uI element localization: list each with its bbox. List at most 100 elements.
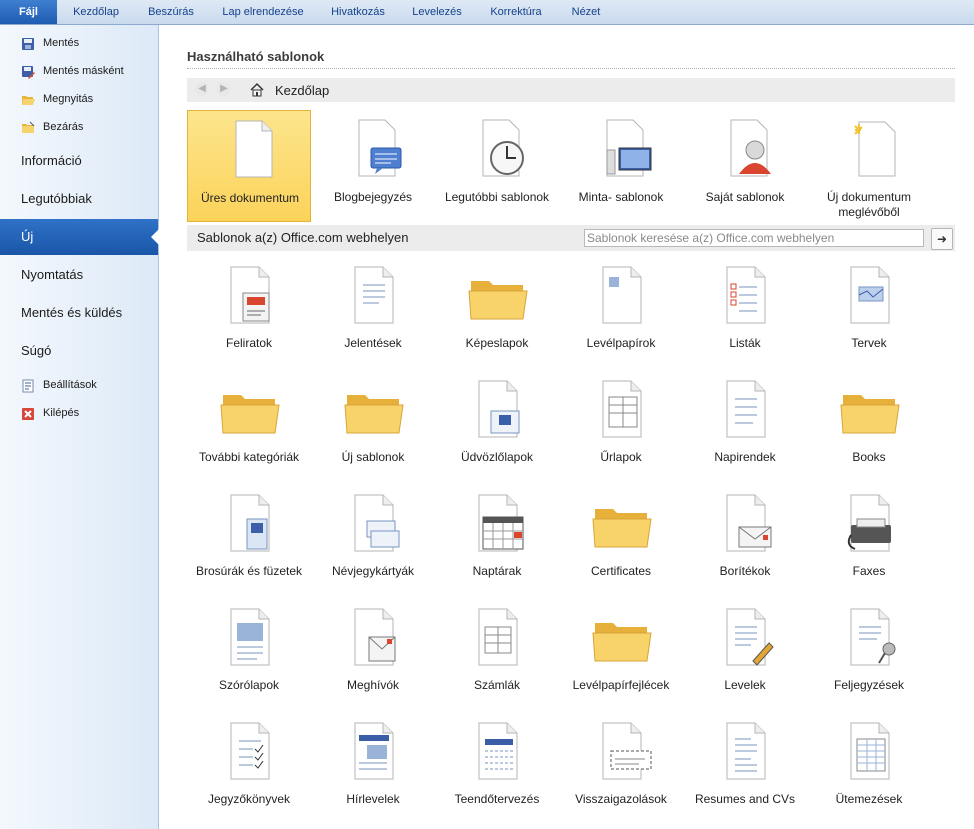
tile-label: Blogbejegyzés	[333, 190, 413, 204]
tab-review[interactable]: Korrektúra	[480, 0, 552, 24]
tile-label: További kategóriák	[198, 450, 300, 464]
tab-references[interactable]: Hivatkozás	[322, 0, 394, 24]
tile-label: Üres dokumentum	[200, 191, 300, 205]
brochures-icon	[230, 494, 270, 552]
tile-label: Üdvözlőlapok	[460, 450, 534, 464]
templates-panel: Használható sablonok ◀ ▶ Kezdőlap Üres d…	[159, 25, 974, 829]
template-blank-document[interactable]: Üres dokumentum	[187, 110, 311, 222]
template-tile[interactable]: Feliratok	[187, 257, 311, 361]
template-new-from-existing[interactable]: Új dokumentum meglévőből	[807, 110, 931, 222]
template-tile[interactable]: Visszaigazolások	[559, 713, 683, 817]
template-my-templates[interactable]: Saját sablonok	[683, 110, 807, 222]
template-tile[interactable]: Listák	[683, 257, 807, 361]
tab-home[interactable]: Kezdőlap	[63, 0, 129, 24]
folder-icon	[592, 509, 652, 548]
template-tile[interactable]: Faxes	[807, 485, 931, 589]
greeting-cards-icon	[478, 380, 520, 438]
template-tile[interactable]: Borítékok	[683, 485, 807, 589]
nav-options-label: Beállítások	[43, 379, 97, 391]
tile-label: Certificates	[590, 564, 652, 578]
template-samples[interactable]: Minta- sablonok	[559, 110, 683, 222]
template-tile[interactable]: Képeslapok	[435, 257, 559, 361]
template-tile[interactable]: Napirendek	[683, 371, 807, 475]
template-tile[interactable]: Tervek	[807, 257, 931, 361]
nav-section-info[interactable]: Információ	[0, 143, 158, 179]
template-recent[interactable]: Legutóbbi sablonok	[435, 110, 559, 222]
template-tile[interactable]: Üdvözlőlapok	[435, 371, 559, 475]
tile-label: Napirendek	[714, 450, 776, 464]
nav-save-as[interactable]: Mentés másként	[0, 59, 158, 85]
nav-section-new[interactable]: Új	[0, 219, 159, 255]
minutes-icon	[230, 722, 270, 780]
template-tile[interactable]: Meghívók	[311, 599, 435, 703]
tile-label: Teendőtervezés	[454, 792, 540, 806]
template-tile[interactable]: Certificates	[559, 485, 683, 589]
template-tile[interactable]: Levélpapírok	[559, 257, 683, 361]
my-templates-icon	[730, 119, 771, 177]
backstage-nav: Mentés Mentés másként Megnyitás Bezárás …	[0, 25, 159, 829]
tile-label: Levélpapírok	[586, 336, 656, 350]
nav-section-recent[interactable]: Legutóbbiak	[0, 181, 158, 217]
tab-file[interactable]: Fájl	[0, 0, 57, 24]
tile-label: Szórólapok	[218, 678, 280, 692]
nav-options[interactable]: Beállítások	[0, 373, 158, 399]
forward-arrow-icon[interactable]: ▶	[217, 82, 231, 96]
template-tile[interactable]: Levélpapírfejlécek	[559, 599, 683, 703]
template-blog-post[interactable]: Blogbejegyzés	[311, 110, 435, 222]
breadcrumb-home[interactable]: Kezdőlap	[275, 83, 329, 98]
tile-label: Legutóbbi sablonok	[444, 190, 550, 204]
plans-icon	[850, 266, 890, 324]
template-search-input[interactable]	[584, 229, 924, 247]
arrow-right-icon: ➜	[936, 232, 948, 246]
nav-close[interactable]: Bezárás	[0, 115, 158, 141]
home-icon[interactable]	[249, 82, 265, 98]
folder-icon	[840, 395, 900, 434]
nav-section-help[interactable]: Súgó	[0, 333, 158, 369]
nav-save[interactable]: Mentés	[0, 31, 158, 57]
schedules-icon	[850, 722, 890, 780]
nav-section-print[interactable]: Nyomtatás	[0, 257, 158, 293]
tile-label: Faxes	[852, 564, 886, 578]
template-tile[interactable]: Resumes and CVs	[683, 713, 807, 817]
tile-label: Minta- sablonok	[578, 190, 664, 204]
nav-exit[interactable]: Kilépés	[0, 401, 158, 427]
template-tile[interactable]: Névjegykártyák	[311, 485, 435, 589]
template-tile[interactable]: Űrlapok	[559, 371, 683, 475]
tile-label: Ütemezések	[835, 792, 903, 806]
template-tile[interactable]: Új sablonok	[311, 371, 435, 475]
envelope-icon	[726, 494, 772, 552]
back-arrow-icon[interactable]: ◀	[195, 82, 209, 96]
nav-section-save-send-label: Mentés és küldés	[21, 305, 123, 320]
planners-icon	[478, 722, 518, 780]
exit-icon	[22, 408, 34, 420]
page-title: Használható sablonok	[187, 49, 325, 64]
template-tile[interactable]: További kategóriák	[187, 371, 311, 475]
tab-mailings[interactable]: Levelezés	[404, 0, 470, 24]
template-tile[interactable]: Naptárak	[435, 485, 559, 589]
tab-insert[interactable]: Beszúrás	[140, 0, 202, 24]
template-tile[interactable]: Feljegyzések	[807, 599, 931, 703]
tab-page-layout[interactable]: Lap elrendezése	[210, 0, 316, 24]
tab-view[interactable]: Nézet	[562, 0, 610, 24]
template-tile[interactable]: Hírlevelek	[311, 713, 435, 817]
template-tile[interactable]: Szórólapok	[187, 599, 311, 703]
folder-icon	[344, 395, 404, 434]
nav-section-help-label: Súgó	[21, 343, 52, 358]
tile-label: Borítékok	[719, 564, 771, 578]
template-tile[interactable]: Books	[807, 371, 931, 475]
flyers-icon	[230, 608, 270, 666]
template-tile[interactable]: Brosúrák és füzetek	[187, 485, 311, 589]
search-go-button[interactable]: ➜	[931, 228, 953, 250]
invitations-icon	[354, 608, 396, 666]
nav-open[interactable]: Megnyitás	[0, 87, 158, 113]
template-tile[interactable]: Számlák	[435, 599, 559, 703]
new-from-existing-icon	[854, 121, 896, 177]
template-tile[interactable]: Jelentések	[311, 257, 435, 361]
nav-section-save-send[interactable]: Mentés és küldés	[0, 295, 158, 331]
template-tile[interactable]: Levelek	[683, 599, 807, 703]
template-tile[interactable]: Teendőtervezés	[435, 713, 559, 817]
template-tile[interactable]: Ütemezések	[807, 713, 931, 817]
tile-label: Feljegyzések	[833, 678, 905, 692]
template-tile[interactable]: Jegyzőkönyvek	[187, 713, 311, 817]
tile-label: Visszaigazolások	[575, 792, 667, 806]
